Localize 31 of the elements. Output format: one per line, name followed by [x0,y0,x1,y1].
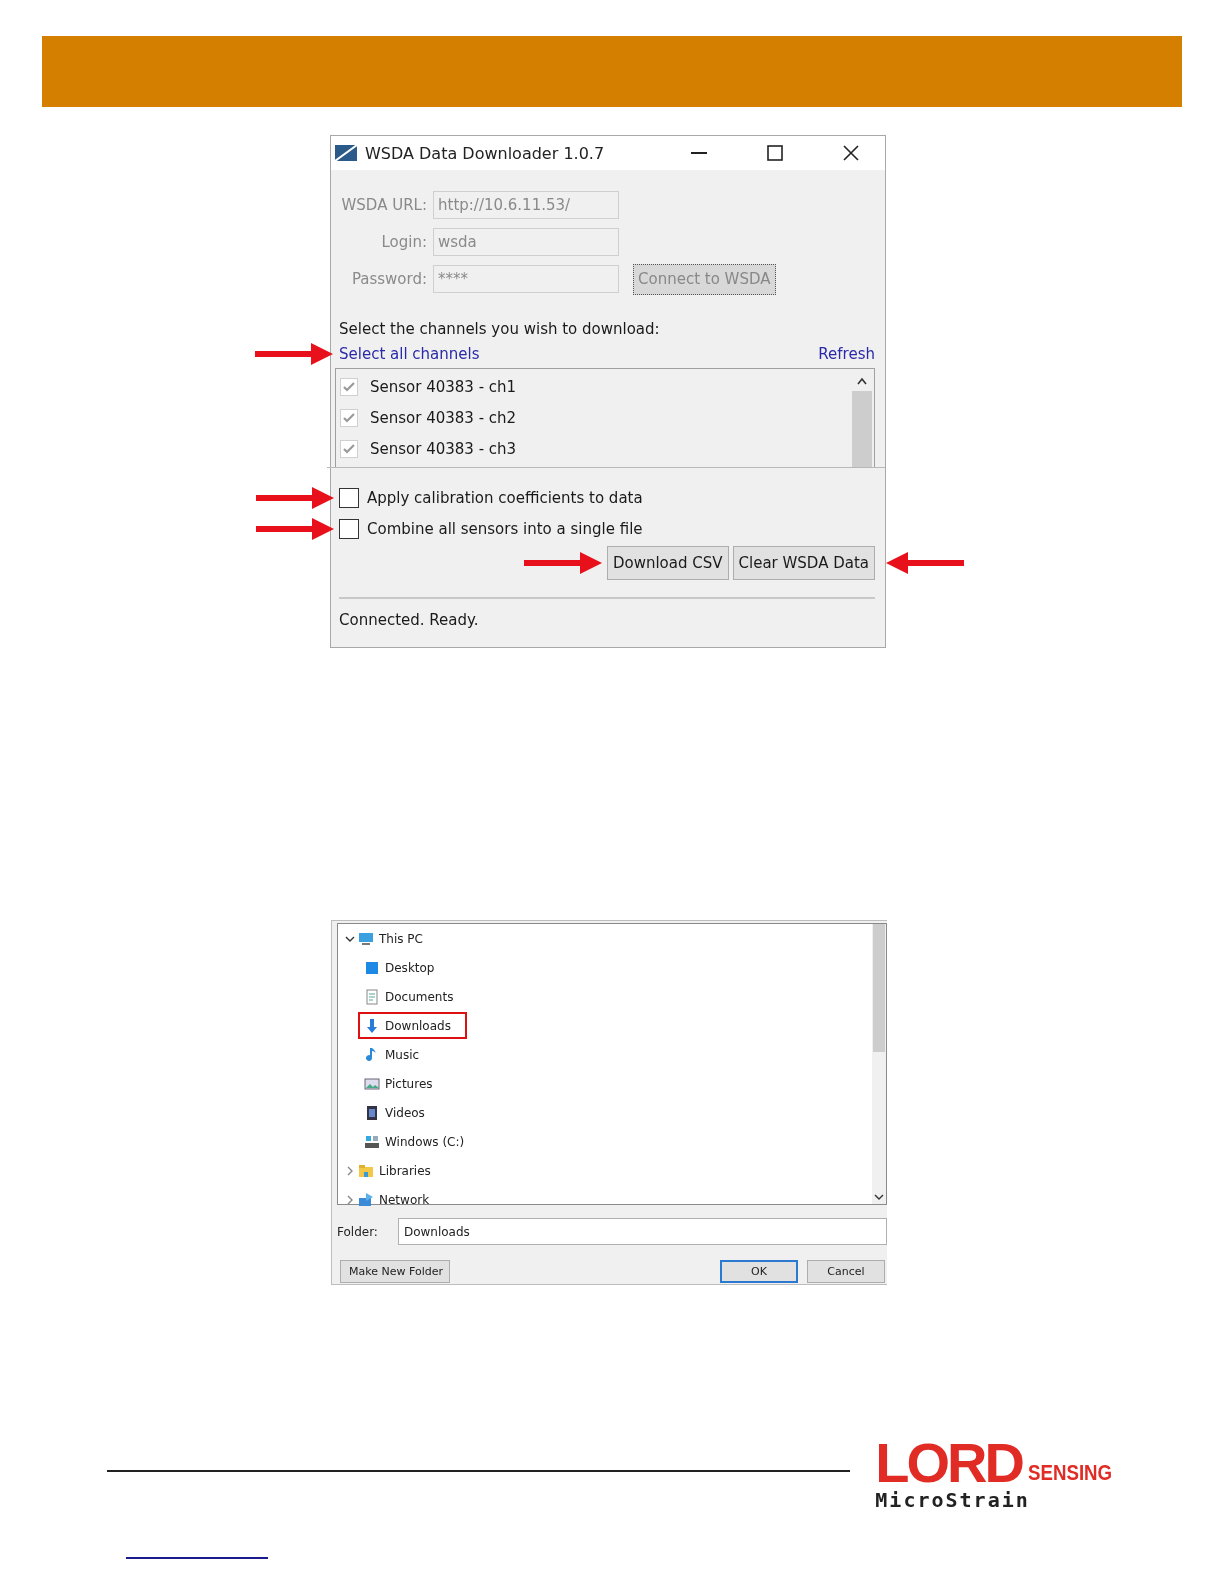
option-label: Combine all sensors into a single file [367,519,643,538]
refresh-link[interactable]: Refresh [818,345,875,363]
tree-item[interactable]: Music [358,1041,436,1068]
tree-item[interactable]: Pictures [358,1070,449,1097]
tree-item[interactable]: Videos [358,1099,441,1126]
logo-tagline: SENSING [1027,1460,1113,1486]
field-label: Password: [350,270,427,288]
channel-label: Sensor 40383 - ch1 [370,377,517,396]
field-label: Login: [380,233,427,251]
window-title: WSDA Data Downloader 1.0.7 [365,143,606,163]
option-label: Apply calibration coefficients to data [367,488,643,507]
field-label: WSDA URL: [340,196,427,214]
dialog-button[interactable]: OK [720,1260,798,1283]
dialog-button[interactable]: Make New Folder [340,1260,450,1283]
dialog-button[interactable]: Cancel [807,1260,885,1283]
instruction-text: Select the channels you wish to download: [339,320,661,338]
tree-item[interactable]: Desktop [358,954,451,981]
tree-item[interactable]: Windows (C:) [358,1128,481,1155]
folder-label: Folder: [337,1224,378,1239]
logo-subtitle: MicroStrain [875,1488,1031,1512]
tree-item[interactable]: Documents [358,983,470,1010]
tree-item[interactable]: This PC [352,925,439,952]
tree-item[interactable]: Downloads [358,1012,467,1039]
folder-field[interactable]: Downloads [397,1218,887,1245]
select-all-link[interactable]: Select all channels [339,345,480,363]
logo-wordmark: LORD [875,1440,1022,1486]
status-text: Connected. Ready. [339,611,480,629]
channel-label: Sensor 40383 - ch3 [370,439,517,458]
tree-item[interactable]: Libraries [352,1157,447,1184]
tree-item[interactable]: Network [352,1186,446,1213]
channel-label: Sensor 40383 - ch2 [370,408,517,427]
